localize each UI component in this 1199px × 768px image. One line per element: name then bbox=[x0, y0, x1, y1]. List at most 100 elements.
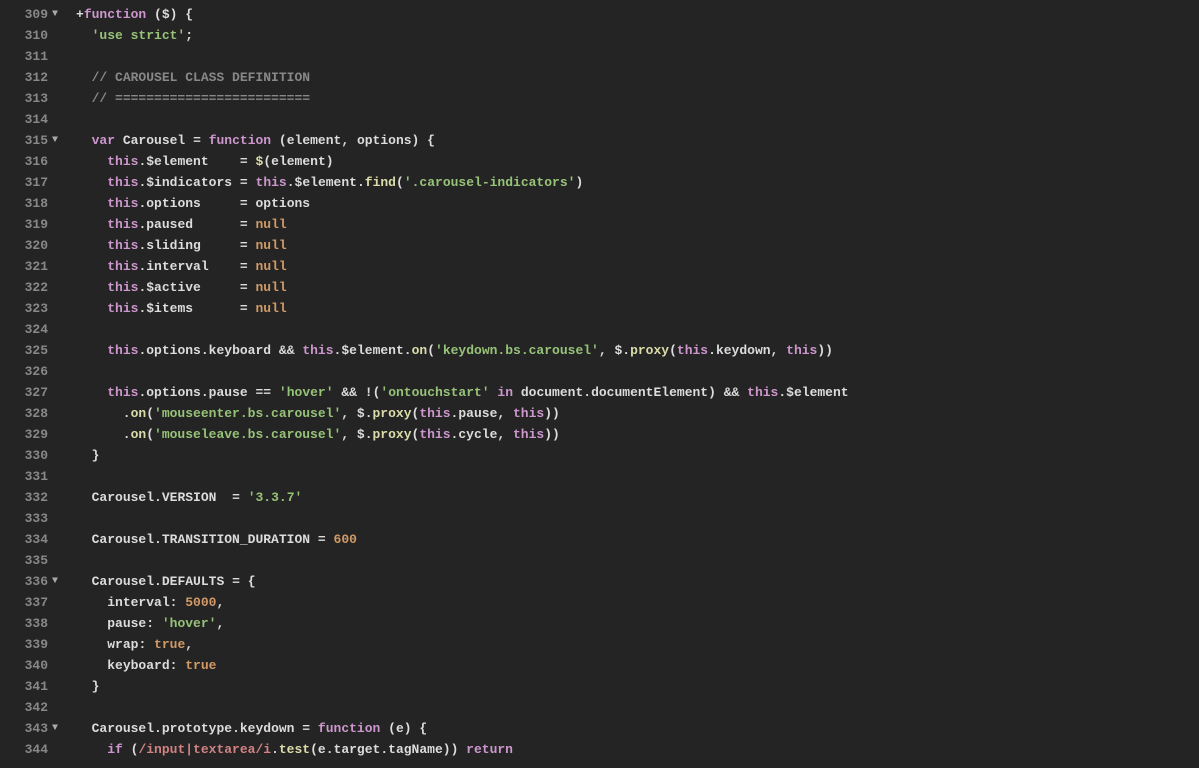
token-prop: VERSION bbox=[162, 490, 217, 505]
token-op: = bbox=[240, 154, 248, 169]
token-op: = bbox=[318, 532, 326, 547]
gutter-line: 310 bbox=[0, 25, 64, 46]
token-id: Carousel bbox=[92, 490, 154, 505]
code-line[interactable]: // ========================= bbox=[76, 88, 1199, 109]
token-p: ) bbox=[575, 175, 583, 190]
token-id: element bbox=[287, 133, 342, 148]
code-line[interactable]: var Carousel = function (element, option… bbox=[76, 130, 1199, 151]
line-number: 323 bbox=[12, 298, 48, 319]
code-line[interactable]: // CAROUSEL CLASS DEFINITION bbox=[76, 67, 1199, 88]
token-s: '3.3.7' bbox=[248, 490, 303, 505]
token-op: + bbox=[76, 7, 84, 22]
code-line[interactable]: this.options = options bbox=[76, 193, 1199, 214]
token-id: Carousel bbox=[92, 574, 154, 589]
token-p bbox=[76, 595, 107, 610]
code-line[interactable]: this.$active = null bbox=[76, 277, 1199, 298]
code-line[interactable]: .on('mouseenter.bs.carousel', $.proxy(th… bbox=[76, 403, 1199, 424]
code-line[interactable]: wrap: true, bbox=[76, 634, 1199, 655]
code-line[interactable]: this.$indicators = this.$element.find('.… bbox=[76, 172, 1199, 193]
code-line[interactable]: if (/input|textarea/i.test(e.target.tagN… bbox=[76, 739, 1199, 760]
token-p bbox=[224, 574, 232, 589]
token-p: } bbox=[76, 679, 99, 694]
token-prop: target bbox=[334, 742, 381, 757]
token-prop: keyboard bbox=[107, 658, 169, 673]
fold-icon[interactable]: ▼ bbox=[48, 718, 62, 739]
gutter-line: 317 bbox=[0, 172, 64, 193]
code-line[interactable]: this.paused = null bbox=[76, 214, 1199, 235]
token-op: = bbox=[240, 301, 248, 316]
code-line[interactable]: } bbox=[76, 676, 1199, 697]
code-line[interactable] bbox=[76, 697, 1199, 718]
token-p: . bbox=[365, 427, 373, 442]
code-line[interactable]: .on('mouseleave.bs.carousel', $.proxy(th… bbox=[76, 424, 1199, 445]
token-prop: interval bbox=[146, 259, 208, 274]
code-line[interactable]: } bbox=[76, 445, 1199, 466]
code-line[interactable] bbox=[76, 361, 1199, 382]
token-bv: null bbox=[256, 259, 287, 274]
code-line[interactable] bbox=[76, 550, 1199, 571]
token-p: ( bbox=[146, 427, 154, 442]
code-line[interactable]: Carousel.TRANSITION_DURATION = 600 bbox=[76, 529, 1199, 550]
token-bv: null bbox=[256, 280, 287, 295]
token-p bbox=[201, 238, 240, 253]
gutter-line: 333 bbox=[0, 508, 64, 529]
code-area[interactable]: +function ($) { 'use strict'; // CAROUSE… bbox=[68, 0, 1199, 768]
line-number: 337 bbox=[12, 592, 48, 613]
line-number: 325 bbox=[12, 340, 48, 361]
token-id: e bbox=[396, 721, 404, 736]
gutter-line: 336▼ bbox=[0, 571, 64, 592]
fold-icon[interactable]: ▼ bbox=[48, 571, 62, 592]
code-line[interactable] bbox=[76, 319, 1199, 340]
token-p: , bbox=[185, 637, 193, 652]
token-p: . bbox=[154, 490, 162, 505]
code-line[interactable] bbox=[76, 109, 1199, 130]
token-p: ( bbox=[427, 343, 435, 358]
token-p bbox=[271, 343, 279, 358]
token-fn: on bbox=[131, 427, 147, 442]
fold-icon[interactable]: ▼ bbox=[48, 4, 62, 25]
code-line[interactable]: this.options.keyboard && this.$element.o… bbox=[76, 340, 1199, 361]
token-prop: $element bbox=[341, 343, 403, 358]
fold-icon[interactable]: ▼ bbox=[48, 130, 62, 151]
code-line[interactable]: keyboard: true bbox=[76, 655, 1199, 676]
token-p: ; bbox=[185, 28, 193, 43]
code-line[interactable]: this.$element = $(element) bbox=[76, 151, 1199, 172]
gutter-line: 339 bbox=[0, 634, 64, 655]
code-line[interactable]: 'use strict'; bbox=[76, 25, 1199, 46]
code-line[interactable] bbox=[76, 46, 1199, 67]
code-editor[interactable]: 309▼310311312313314315▼31631731831932032… bbox=[0, 0, 1199, 768]
line-number: 322 bbox=[12, 277, 48, 298]
code-line[interactable]: Carousel.DEFAULTS = { bbox=[76, 571, 1199, 592]
code-line[interactable]: Carousel.VERSION = '3.3.7' bbox=[76, 487, 1199, 508]
token-op: && bbox=[341, 385, 357, 400]
code-line[interactable] bbox=[76, 508, 1199, 529]
code-line[interactable]: Carousel.prototype.keydown = function (e… bbox=[76, 718, 1199, 739]
token-p bbox=[76, 385, 107, 400]
gutter-line: 337 bbox=[0, 592, 64, 613]
token-p: ( bbox=[310, 742, 318, 757]
code-line[interactable]: +function ($) { bbox=[76, 4, 1199, 25]
gutter-line: 318 bbox=[0, 193, 64, 214]
code-line[interactable]: this.sliding = null bbox=[76, 235, 1199, 256]
token-id: options bbox=[357, 133, 412, 148]
token-p: , bbox=[599, 343, 615, 358]
code-line[interactable]: interval: 5000, bbox=[76, 592, 1199, 613]
token-prop: pause bbox=[458, 406, 497, 421]
code-line[interactable]: this.interval = null bbox=[76, 256, 1199, 277]
gutter-line: 331 bbox=[0, 466, 64, 487]
token-p bbox=[76, 658, 107, 673]
token-kw: function bbox=[84, 7, 146, 22]
token-th: this bbox=[107, 343, 138, 358]
token-p bbox=[76, 133, 92, 148]
code-line[interactable] bbox=[76, 466, 1199, 487]
token-p bbox=[357, 385, 365, 400]
token-p bbox=[76, 70, 92, 85]
token-p: ) { bbox=[412, 133, 435, 148]
gutter-line: 325 bbox=[0, 340, 64, 361]
code-line[interactable]: this.$items = null bbox=[76, 298, 1199, 319]
code-line[interactable]: this.options.pause == 'hover' && !('onto… bbox=[76, 382, 1199, 403]
line-number: 333 bbox=[12, 508, 48, 529]
code-line[interactable]: pause: 'hover', bbox=[76, 613, 1199, 634]
line-number: 334 bbox=[12, 529, 48, 550]
token-th: this bbox=[107, 385, 138, 400]
